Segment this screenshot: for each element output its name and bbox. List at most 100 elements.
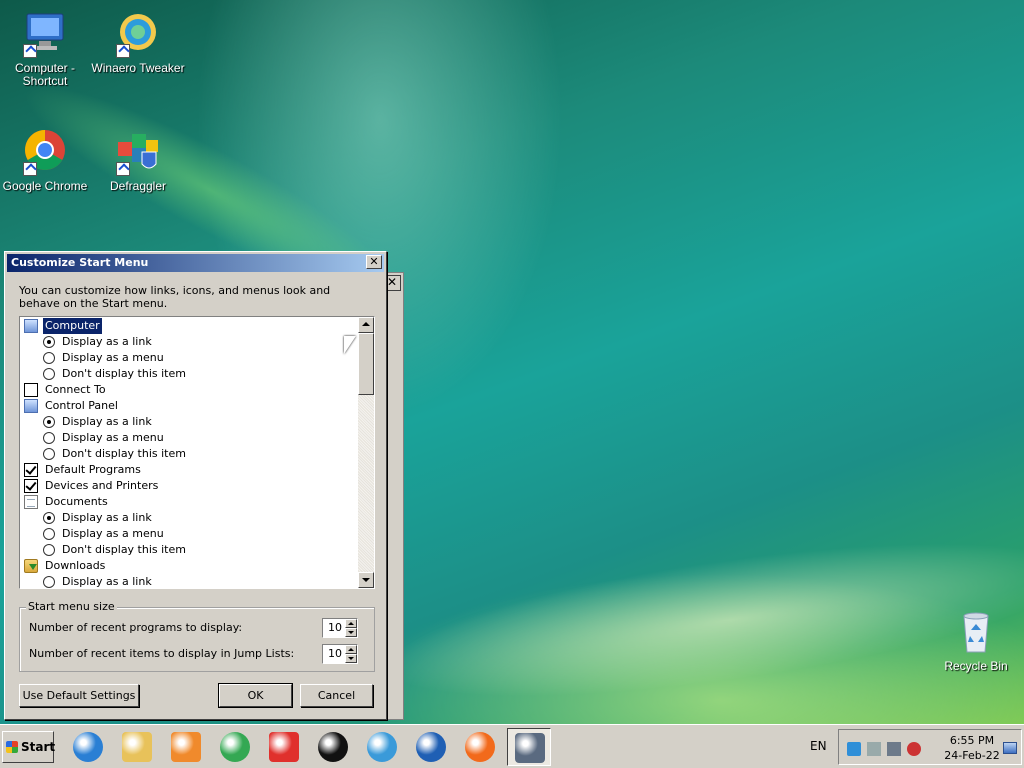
list-item-checkbox[interactable]: Connect To [20,382,359,398]
radio-unselected[interactable] [43,528,55,540]
stepper-up-button[interactable] [345,619,357,628]
power-icon[interactable] [907,742,921,756]
windows-logo-icon [6,741,18,753]
list-item-radio[interactable]: Don't display this item [20,446,359,462]
list-item-radio[interactable]: Display as a menu [20,526,359,542]
seamonkey-icon [416,732,446,762]
checkbox-unchecked[interactable] [24,383,38,397]
chrome-icon [21,128,69,176]
list-item-header[interactable]: Documents [20,494,359,510]
desktop-icon-winaero-tweaker[interactable]: Winaero Tweaker [90,10,186,75]
scroll-thumb[interactable] [358,333,374,395]
list-item-radio[interactable]: Don't display this item [20,366,359,382]
list-item-radio[interactable]: Display as a menu [20,430,359,446]
taskbar-app-recorder[interactable] [311,728,355,766]
radio-unselected[interactable] [43,432,55,444]
dialog-titlebar[interactable]: Customize Start Menu ✕ [7,254,384,272]
radio-selected[interactable] [43,416,55,428]
taskbar-app-media-player[interactable] [164,728,208,766]
checkbox-checked[interactable] [24,463,38,477]
start-menu-size-group: Start menu size Number of recent program… [19,600,375,672]
list-item-label: Display as a menu [62,431,164,444]
list-item-radio[interactable]: Display as a link [20,334,359,350]
show-desktop-icon[interactable] [1003,742,1017,754]
taskbar: Start EN 6:55 PM 24-Feb-22 [0,724,1024,768]
clock[interactable]: 6:55 PM 24-Feb-22 [943,733,1001,763]
volume-icon[interactable] [867,742,881,756]
scroll-down-button[interactable] [358,572,374,588]
list-item-radio[interactable]: Display as a link [20,510,359,526]
recycle-bin-icon [952,608,1000,656]
list-item-checkbox[interactable]: Default Programs [20,462,359,478]
taskbar-app-vivaldi[interactable] [262,728,306,766]
winaero-tweaker-icon [114,10,162,58]
dialog-description: You can customize how links, icons, and … [19,284,331,310]
recent-items-stepper[interactable]: 10 [322,644,358,664]
recorder-icon [318,732,348,762]
taskbar-app-winaero-tweaker[interactable] [360,728,404,766]
taskbar-app-internet-explorer[interactable] [66,728,110,766]
file-explorer-icon [122,732,152,762]
stepper-up-button[interactable] [345,645,357,654]
mouse-pointer-icon [344,336,356,354]
recent-items-label: Number of recent items to display in Jum… [29,647,295,660]
options-listbox[interactable]: Computer Display as a link Display as a me… [19,316,375,589]
desktop-icon-defraggler[interactable]: Defraggler [90,128,186,193]
ok-button[interactable]: OK [218,683,293,708]
computer-icon [21,10,69,58]
close-button[interactable]: ✕ [366,255,382,269]
recent-programs-stepper[interactable]: 10 [322,618,358,638]
stepper-down-button[interactable] [345,654,357,663]
taskbar-app-chrome[interactable] [213,728,257,766]
documents-icon [24,495,38,509]
computer-icon [24,319,38,333]
list-item-radio[interactable]: Display as a link [20,414,359,430]
list-item-label: Devices and Printers [45,479,159,492]
radio-unselected[interactable] [43,448,55,460]
radio-unselected[interactable] [43,576,55,588]
dialog-title: Customize Start Menu [11,256,149,269]
winaero-tweaker-icon [367,732,397,762]
customize-start-menu-dialog: Customize Start Menu ✕ You can customize… [4,251,387,720]
list-item-radio[interactable]: Display as a menu [20,350,359,366]
desktop-icon-recycle-bin[interactable]: Recycle Bin [928,608,1024,673]
recent-programs-value[interactable]: 10 [328,619,342,637]
use-default-settings-button[interactable]: Use Default Settings [19,684,139,707]
list-item-label: Display as a link [62,415,152,428]
options-list: Computer Display as a link Display as a me… [20,318,359,588]
action-center-icon[interactable] [847,742,861,756]
list-item-header[interactable]: Computer [20,318,359,334]
desktop-icon-label: Winaero Tweaker [91,61,185,75]
desktop-icon-computer[interactable]: Computer - Shortcut [0,10,93,88]
list-item-radio[interactable]: Display as a link [20,574,359,588]
list-item-header[interactable]: Control Panel [20,398,359,414]
radio-selected[interactable] [43,512,55,524]
recent-items-value[interactable]: 10 [328,645,342,663]
list-item-checkbox[interactable]: Devices and Printers [20,478,359,494]
language-indicator[interactable]: EN [810,739,827,753]
radio-unselected[interactable] [43,352,55,364]
desktop-icon-google-chrome[interactable]: Google Chrome [0,128,93,193]
start-button[interactable]: Start [2,731,55,763]
list-item-header[interactable]: Downloads [20,558,359,574]
taskbar-app-server-manager[interactable] [507,728,551,766]
vertical-scrollbar[interactable] [358,317,374,588]
radio-unselected[interactable] [43,544,55,556]
radio-unselected[interactable] [43,368,55,380]
stepper-down-button[interactable] [345,628,357,637]
scroll-up-button[interactable] [358,317,374,333]
taskbar-app-file-explorer[interactable] [115,728,159,766]
list-item-label: Display as a menu [62,527,164,540]
shortcut-arrow-icon [116,162,130,176]
network-icon[interactable] [887,742,901,756]
cancel-button[interactable]: Cancel [300,684,373,707]
list-item-label: Don't display this item [62,447,186,460]
radio-selected[interactable] [43,336,55,348]
list-item-label: Display as a link [62,335,152,348]
shortcut-arrow-icon [23,44,37,58]
checkbox-checked[interactable] [24,479,38,493]
taskbar-app-seamonkey[interactable] [409,728,453,766]
taskbar-app-firefox[interactable] [458,728,502,766]
list-item-label: Computer [43,318,102,334]
list-item-radio[interactable]: Don't display this item [20,542,359,558]
